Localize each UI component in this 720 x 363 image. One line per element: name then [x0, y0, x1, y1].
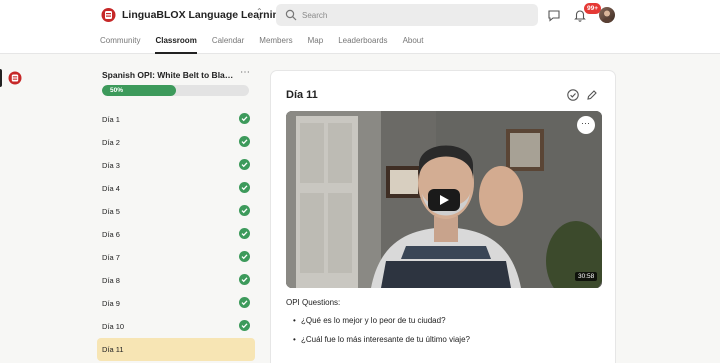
list-item: ¿Qué es lo mejor y lo peor de tu ciudad? [293, 316, 470, 335]
lesson-title: Día 11 [286, 89, 318, 101]
course-progress-bar: 50% [102, 85, 249, 96]
lesson-item[interactable]: Día 2 [97, 131, 255, 154]
lesson-label: Día 6 [102, 230, 120, 239]
lesson-item[interactable]: Día 5 [97, 200, 255, 223]
check-circle-icon [239, 159, 250, 170]
lesson-label: Día 3 [102, 161, 120, 170]
course-title: Spanish OPI: White Belt to Black ... [102, 70, 237, 80]
lesson-item[interactable]: Día 8 [97, 269, 255, 292]
check-circle-icon [239, 297, 250, 308]
tab-community[interactable]: Community [100, 33, 140, 54]
lesson-item[interactable]: Día 4 [97, 177, 255, 200]
lesson-label: Día 4 [102, 184, 120, 193]
check-circle-icon [239, 136, 250, 147]
check-circle-icon [239, 113, 250, 124]
check-circle-icon [239, 182, 250, 193]
list-item: ¿Cuál fue lo más interesante de tu últim… [293, 335, 470, 354]
play-button[interactable] [428, 189, 460, 211]
lesson-label: Día 2 [102, 138, 120, 147]
lesson-item[interactable]: Día 1 [97, 108, 255, 131]
search-input[interactable] [302, 4, 522, 26]
progress-label: 50% [110, 87, 124, 94]
mark-complete-icon[interactable] [567, 89, 579, 101]
lesson-item[interactable]: Día 3 [97, 154, 255, 177]
check-circle-icon [239, 205, 250, 216]
check-circle-icon [239, 320, 250, 331]
questions-heading: OPI Questions: [286, 298, 341, 307]
avatar[interactable] [599, 7, 615, 23]
lesson-item[interactable]: Día 9 [97, 292, 255, 315]
group-logo-icon[interactable] [101, 6, 116, 24]
video-duration: 30:58 [575, 272, 598, 281]
check-circle-icon [239, 228, 250, 239]
group-rail-logo-icon[interactable] [8, 70, 22, 86]
lesson-label: Día 7 [102, 253, 120, 262]
lesson-item[interactable]: Día 6 [97, 223, 255, 246]
top-bar: LinguaBLOX Language Learning ⌃⌄ 99+ Comm… [0, 0, 720, 54]
chat-icon[interactable] [547, 8, 561, 22]
tab-about[interactable]: About [403, 33, 424, 54]
avatar-image-icon [601, 10, 613, 23]
tab-calendar[interactable]: Calendar [212, 33, 244, 54]
play-icon [440, 195, 449, 205]
main-nav: Community Classroom Calendar Members Map… [100, 33, 438, 54]
lesson-item[interactable]: Día 7 [97, 246, 255, 269]
check-circle-icon [239, 251, 250, 262]
tab-members[interactable]: Members [259, 33, 292, 54]
lesson-item[interactable]: Día 10 [97, 315, 255, 338]
lesson-item[interactable]: Día 11 [97, 338, 255, 361]
video-player[interactable]: ⋯ 30:58 [286, 111, 602, 288]
tab-map[interactable]: Map [308, 33, 324, 54]
lesson-label: Día 5 [102, 207, 120, 216]
rail-active-indicator [0, 69, 2, 87]
lesson-label: Día 11 [102, 345, 124, 354]
group-switcher-icon[interactable]: ⌃ ⌄ [256, 8, 263, 22]
lesson-list: Día 1 Día 2 Día 3 Día 4 Día 5 Día 6 Día 7 Día 8… [97, 108, 255, 361]
lesson-label: Día 9 [102, 299, 120, 308]
search-bar[interactable] [276, 4, 538, 26]
lesson-label: Día 1 [102, 115, 120, 124]
edit-pencil-icon[interactable] [586, 89, 598, 101]
course-options-icon[interactable]: ⋯ [240, 67, 251, 78]
tab-classroom[interactable]: Classroom [155, 33, 197, 54]
question-list: ¿Qué es lo mejor y lo peor de tu ciudad?… [293, 316, 470, 354]
lesson-label: Día 10 [102, 322, 125, 331]
search-icon [285, 9, 297, 21]
tab-leaderboards[interactable]: Leaderboards [338, 33, 387, 54]
video-options-icon[interactable]: ⋯ [577, 116, 595, 134]
check-circle-icon [239, 274, 250, 285]
lesson-label: Día 8 [102, 276, 120, 285]
lesson-card: Día 11 ⋯ 30:58 OPI Questions: • ¿Qué es … [270, 70, 616, 363]
